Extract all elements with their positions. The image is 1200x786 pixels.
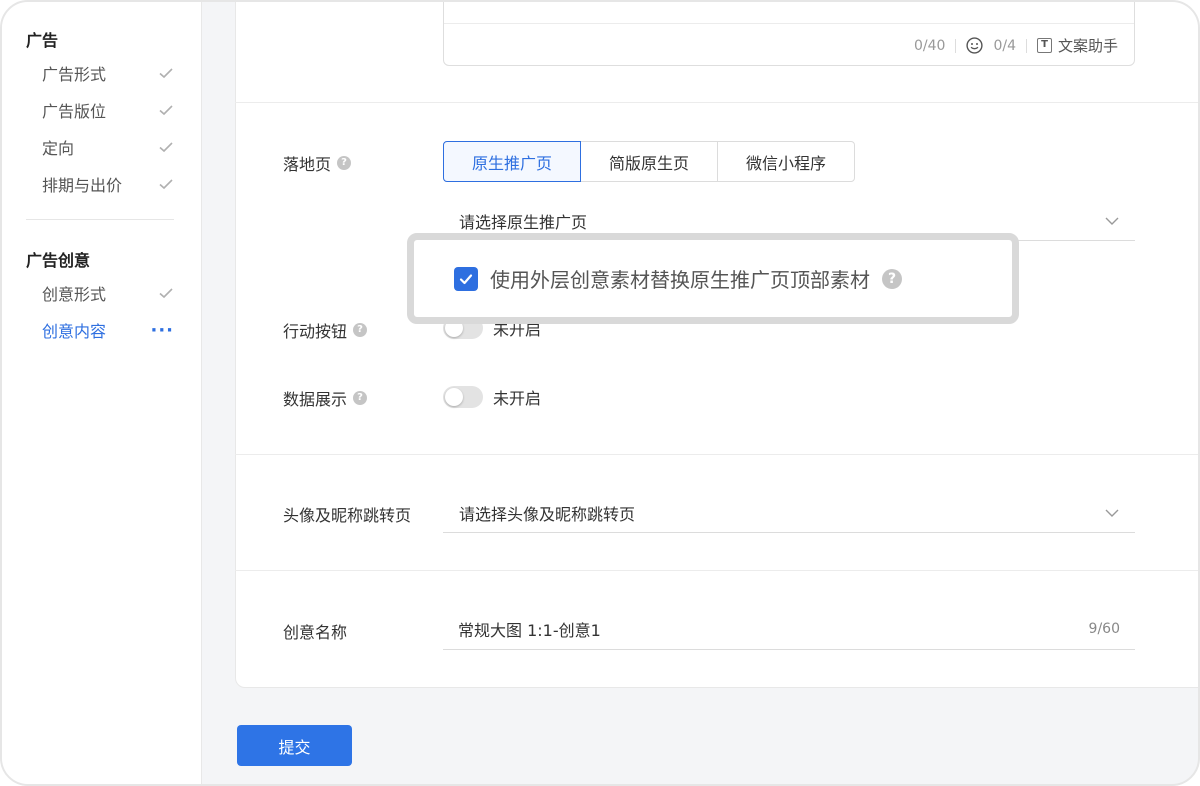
emoji-count: 0/4 bbox=[993, 37, 1016, 54]
sidebar-item-label: 定向 bbox=[42, 139, 75, 158]
sidebar-item-creative-format[interactable]: 创意形式 bbox=[42, 281, 174, 305]
copy-helper-label: 文案助手 bbox=[1057, 37, 1118, 55]
replace-material-label: 使用外层创意素材替换原生推广页顶部素材 bbox=[490, 268, 870, 292]
sidebar-item-ad-format[interactable]: 广告形式 bbox=[42, 61, 174, 85]
sidebar-item-creative-content[interactable]: 创意内容 ··· bbox=[42, 318, 174, 342]
toggle-status: 未开启 bbox=[493, 389, 542, 408]
sidebar-group-title-ad: 广告 bbox=[26, 31, 59, 50]
landing-page-type-tabs: 原生推广页 简版原生页 微信小程序 bbox=[443, 141, 855, 182]
action-button-label-text: 行动按钮 bbox=[283, 322, 348, 341]
check-icon bbox=[159, 68, 173, 79]
sidebar-item-label: 创意内容 bbox=[42, 322, 107, 341]
sidebar-item-targeting[interactable]: 定向 bbox=[42, 135, 174, 159]
check-icon bbox=[159, 179, 173, 190]
data-display-label: 数据展示 ? bbox=[283, 386, 368, 410]
tab-wechat-mini-program[interactable]: 微信小程序 bbox=[718, 142, 854, 181]
sidebar-item-label: 排期与出价 bbox=[42, 176, 123, 195]
section-divider bbox=[235, 454, 1198, 455]
creative-name-label-text: 创意名称 bbox=[283, 623, 348, 642]
help-icon[interactable]: ? bbox=[337, 156, 352, 170]
avatar-jump-label-text: 头像及昵称跳转页 bbox=[283, 506, 412, 525]
action-button-label: 行动按钮 ? bbox=[283, 318, 368, 342]
help-icon[interactable]: ? bbox=[353, 323, 368, 337]
section-divider bbox=[235, 570, 1198, 571]
checkmark-icon bbox=[459, 273, 473, 284]
select-placeholder: 请选择原生推广页 bbox=[459, 212, 588, 232]
form-card bbox=[235, 2, 1198, 688]
check-icon bbox=[159, 105, 173, 116]
copy-helper-button[interactable]: T 文案助手 bbox=[1036, 35, 1118, 56]
avatar-jump-select[interactable]: 请选择头像及昵称跳转页 bbox=[443, 493, 1135, 533]
text-icon: T bbox=[1036, 38, 1052, 53]
tab-simple-native-page[interactable]: 简版原生页 bbox=[581, 142, 718, 181]
chevron-down-icon bbox=[1105, 509, 1119, 517]
footer-divider bbox=[955, 38, 957, 53]
sidebar-item-label: 广告形式 bbox=[42, 65, 107, 84]
ad-text-area[interactable]: 0/40 0/4 T 文案助手 bbox=[443, 2, 1135, 66]
sidebar-item-schedule-bid[interactable]: 排期与出价 bbox=[42, 172, 174, 196]
data-display-label-text: 数据展示 bbox=[283, 390, 348, 409]
help-icon[interactable]: ? bbox=[353, 391, 368, 405]
text-area-footer: 0/40 0/4 T 文案助手 bbox=[914, 35, 1118, 56]
data-display-toggle-row: 未开启 bbox=[443, 385, 541, 409]
chevron-down-icon bbox=[1105, 217, 1119, 225]
char-count: 9/60 bbox=[1088, 621, 1120, 637]
emoji-icon[interactable] bbox=[966, 37, 984, 54]
submit-button[interactable]: 提交 bbox=[237, 725, 352, 766]
check-icon bbox=[159, 142, 173, 153]
landing-page-label: 落地页 ? bbox=[283, 151, 352, 175]
sidebar: 广告 广告形式 广告版位 定向 排期与出价 广告创意 创意形式 创意内容 ··· bbox=[2, 2, 202, 784]
tab-native-promo-page[interactable]: 原生推广页 bbox=[443, 141, 581, 182]
creative-name-value: 常规大图 1:1-创意1 bbox=[458, 621, 601, 640]
text-count: 0/40 bbox=[914, 37, 946, 54]
data-display-toggle[interactable] bbox=[443, 386, 483, 408]
text-area-divider bbox=[444, 23, 1134, 24]
app-frame: 广告 广告形式 广告版位 定向 排期与出价 广告创意 创意形式 创意内容 ··· bbox=[0, 0, 1200, 786]
footer-divider bbox=[1025, 38, 1027, 53]
sidebar-item-ad-placement[interactable]: 广告版位 bbox=[42, 98, 174, 122]
replace-material-checkbox[interactable] bbox=[454, 266, 478, 291]
more-icon: ··· bbox=[150, 319, 174, 341]
check-icon bbox=[159, 288, 173, 299]
select-placeholder: 请选择头像及昵称跳转页 bbox=[459, 504, 636, 524]
sidebar-item-label: 广告版位 bbox=[42, 102, 107, 121]
avatar-jump-label: 头像及昵称跳转页 bbox=[283, 502, 411, 526]
help-icon[interactable]: ? bbox=[882, 268, 902, 289]
replace-material-callout: 使用外层创意素材替换原生推广页顶部素材 ? bbox=[407, 233, 1019, 324]
creative-name-input[interactable]: 常规大图 1:1-创意1 9/60 bbox=[443, 609, 1135, 650]
sidebar-divider bbox=[26, 219, 174, 220]
section-divider bbox=[235, 102, 1198, 103]
creative-name-label: 创意名称 bbox=[283, 619, 347, 643]
sidebar-group-title-creative: 广告创意 bbox=[26, 251, 91, 270]
landing-page-label-text: 落地页 bbox=[283, 155, 332, 174]
sidebar-item-label: 创意形式 bbox=[42, 285, 107, 304]
